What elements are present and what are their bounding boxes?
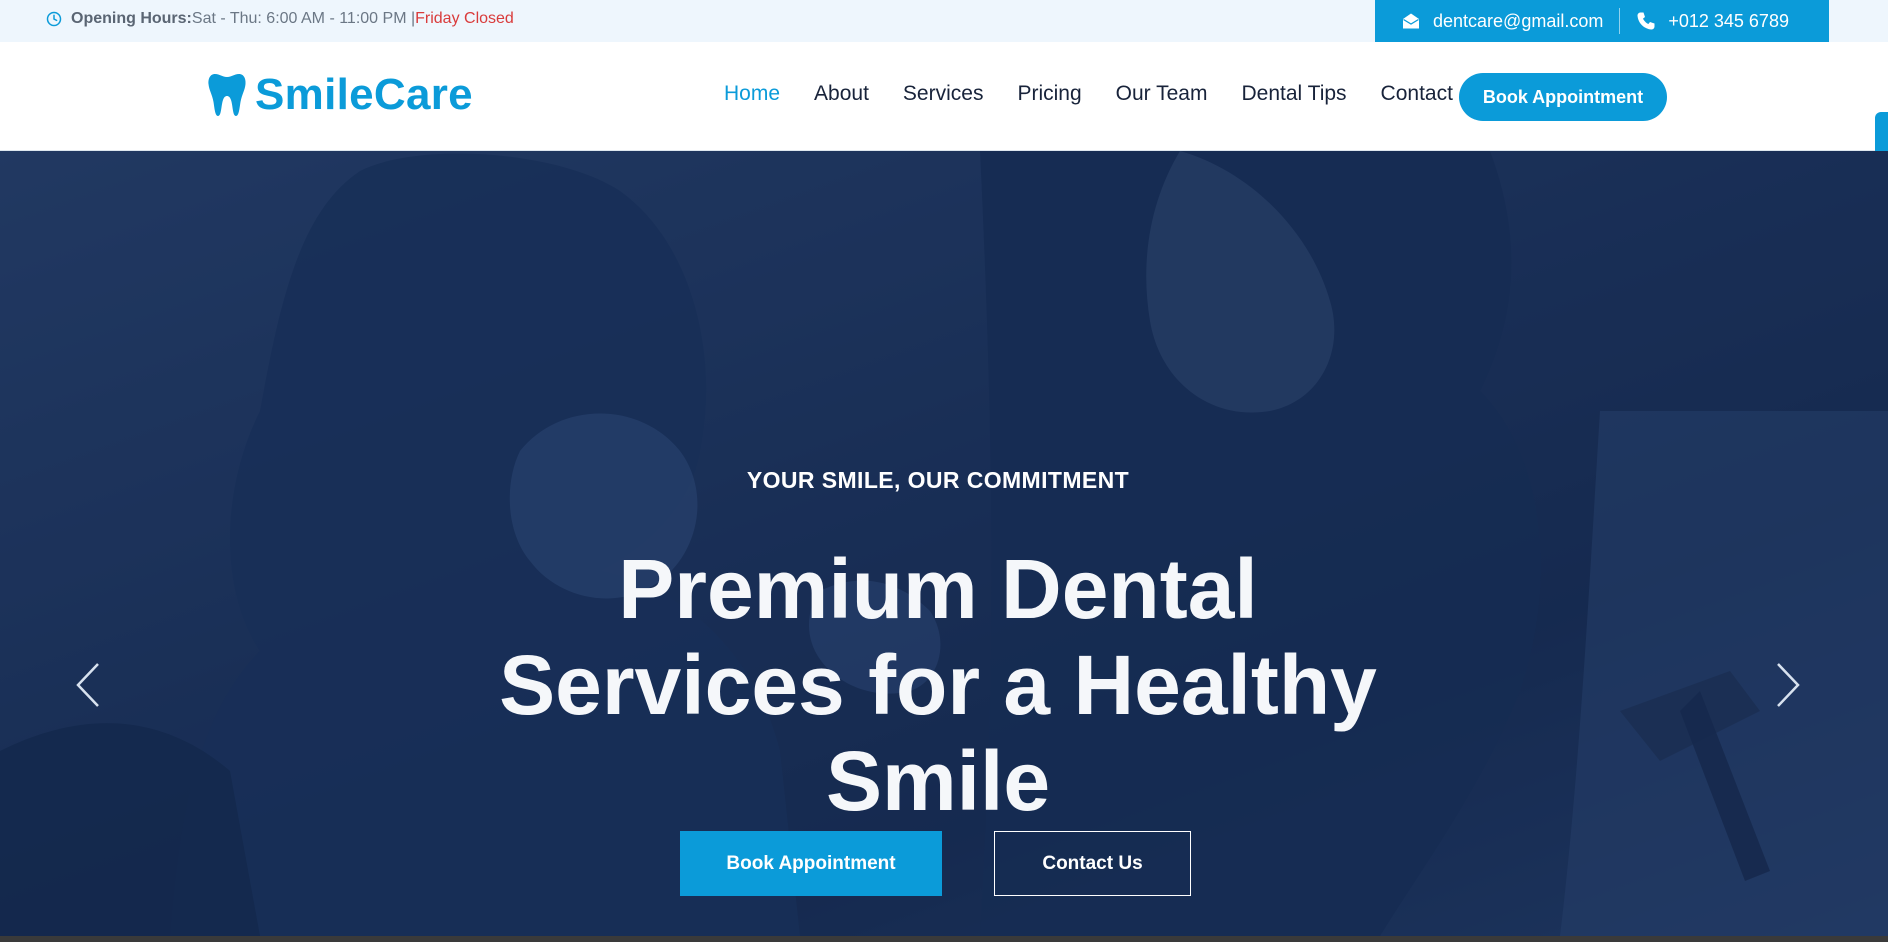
hero-headline: Premium Dental Services for a Healthy Sm…	[488, 541, 1388, 829]
opening-hours: Opening Hours: Sat - Thu: 6:00 AM - 11:0…	[46, 0, 514, 38]
headline-line-1: Premium Dental	[618, 542, 1258, 636]
brand-logo[interactable]: SmileCare	[207, 70, 473, 120]
email-text: dentcare@gmail.com	[1433, 10, 1604, 31]
nav-item-contact[interactable]: Contact	[1381, 82, 1453, 106]
hero-contact-us-button[interactable]: Contact Us	[994, 831, 1191, 896]
top-info-bar: Opening Hours: Sat - Thu: 6:00 AM - 11:0…	[0, 0, 1888, 42]
contact-box: dentcare@gmail.com +012 345 6789	[1375, 0, 1829, 42]
nav-item-about[interactable]: About	[814, 82, 869, 106]
brand-name: SmileCare	[255, 70, 473, 119]
nav-item-home[interactable]: Home	[724, 82, 780, 106]
email-link[interactable]: dentcare@gmail.com	[1375, 11, 1603, 32]
envelope-icon	[1403, 13, 1419, 29]
phone-icon	[1637, 12, 1655, 30]
main-navbar: SmileCare Home About Services Pricing Ou…	[0, 42, 1888, 166]
phone-text: +012 345 6789	[1668, 10, 1789, 31]
hero-eyebrow: YOUR SMILE, OUR COMMITMENT	[746, 467, 1130, 493]
phone-link[interactable]: +012 345 6789	[1636, 11, 1789, 32]
nav-item-our-team[interactable]: Our Team	[1116, 82, 1208, 106]
nav-item-services[interactable]: Services	[903, 82, 984, 106]
headline-line-3: Smile	[825, 734, 1051, 828]
closed-day: Friday Closed	[415, 10, 514, 27]
page-bottom-edge	[0, 936, 1888, 942]
chevron-right-icon[interactable]	[1770, 660, 1806, 710]
nav-item-pricing[interactable]: Pricing	[1017, 82, 1081, 106]
hours-value: Sat - Thu: 6:00 AM - 11:00 PM |	[191, 10, 416, 27]
book-appointment-nav-button[interactable]: Book Appointment	[1459, 73, 1667, 121]
hero-book-appointment-button[interactable]: Book Appointment	[680, 831, 942, 896]
hero-carousel: YOUR SMILE, OUR COMMITMENT Premium Denta…	[0, 151, 1888, 936]
nav-item-dental-tips[interactable]: Dental Tips	[1241, 82, 1346, 106]
chevron-left-icon[interactable]	[70, 660, 106, 710]
headline-line-2: Services for a Healthy	[499, 638, 1377, 732]
tooth-icon	[208, 74, 246, 116]
clock-icon	[46, 11, 62, 27]
hours-label: Opening Hours:	[71, 10, 192, 27]
contact-divider	[1619, 8, 1621, 34]
main-menu: Home About Services Pricing Our Team Den…	[724, 82, 1487, 106]
